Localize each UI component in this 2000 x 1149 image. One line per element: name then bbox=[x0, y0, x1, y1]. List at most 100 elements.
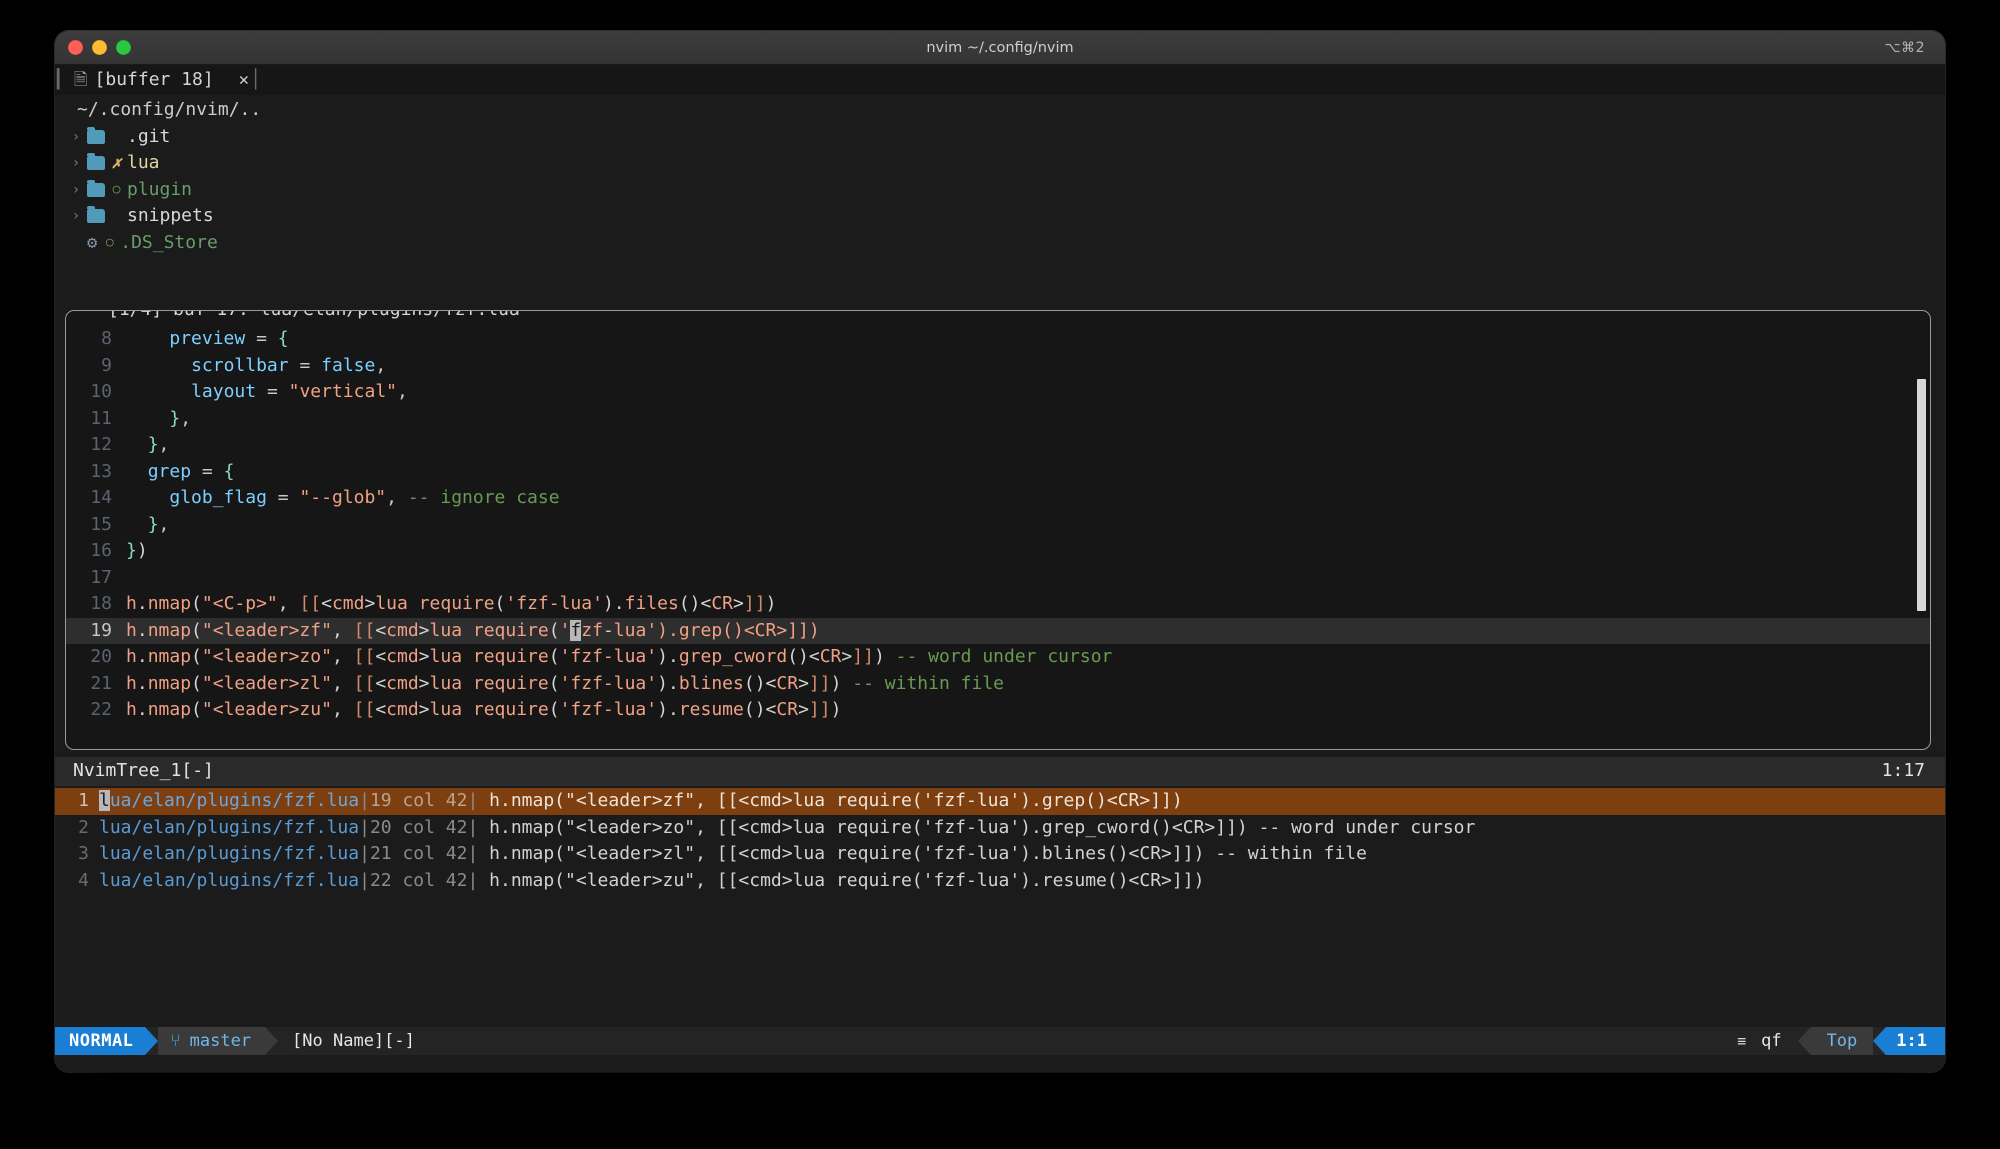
tree-item-label: lua bbox=[127, 152, 160, 173]
quickfix-separator: | bbox=[359, 790, 370, 811]
quickfix-file: lua/elan/plugins/fzf.lua bbox=[99, 816, 360, 838]
tree-item-snippets[interactable]: › snippets bbox=[65, 203, 1945, 230]
quickfix-separator: | bbox=[359, 816, 370, 838]
status-arrow-2 bbox=[265, 1027, 279, 1055]
quickfix-separator: | bbox=[467, 816, 479, 838]
git-status-icon: ✗ bbox=[111, 153, 122, 172]
minimize-button[interactable] bbox=[92, 40, 107, 55]
status-filetype-label: qf bbox=[1761, 1030, 1782, 1051]
code-line[interactable]: 11 }, bbox=[66, 406, 1930, 433]
folder-icon bbox=[87, 126, 105, 144]
window-title: nvim ~/.config/nvim bbox=[926, 39, 1074, 56]
code-line[interactable]: 21 h.nmap("<leader>zl", [[<cmd>lua requir… bbox=[66, 671, 1930, 698]
line-number: 10 bbox=[90, 381, 112, 402]
line-number: 16 bbox=[90, 540, 112, 561]
window-bottom-padding bbox=[55, 1055, 1945, 1072]
line-number: 15 bbox=[90, 513, 112, 535]
line-number: 11 bbox=[90, 407, 112, 429]
preview-scrollbar[interactable] bbox=[1917, 379, 1926, 611]
line-number: 14 bbox=[90, 487, 112, 508]
window-shortcut-hint: ⌥⌘2 bbox=[1884, 39, 1925, 56]
quickfix-position: 19 col 42 bbox=[369, 790, 468, 811]
quickfix-cursor-position: 1:17 bbox=[1881, 760, 1925, 782]
quickfix-index: 1 bbox=[78, 790, 89, 811]
code-line[interactable]: 15 }, bbox=[66, 512, 1930, 539]
quickfix-row[interactable]: 4 lua/elan/plugins/fzf.lua|22 col 42| h.n… bbox=[55, 868, 1945, 895]
line-number: 12 bbox=[90, 434, 112, 455]
line-number: 17 bbox=[90, 566, 112, 588]
neovim-ui: ▎ 🗎 [buffer 18] ✕ ▏ ~/.config/nvim/.. ›.… bbox=[55, 65, 1945, 1072]
desktop-background: nvim ~/.config/nvim ⌥⌘2 ▎ 🗎 [buffer 18] … bbox=[0, 0, 2000, 1149]
code-line[interactable]: 18 h.nmap("<C-p>", [[<cmd>lua require('fz… bbox=[66, 591, 1930, 618]
code-line[interactable]: 14 glob_flag = "--glob", -- ignore case bbox=[66, 485, 1930, 512]
quickfix-index: 3 bbox=[78, 843, 89, 864]
chevron-right-icon[interactable]: › bbox=[65, 124, 87, 151]
tree-item-label: .git bbox=[127, 125, 171, 147]
code-line[interactable]: 12 }, bbox=[66, 432, 1930, 459]
tree-item-plugin[interactable]: › ○ plugin bbox=[65, 177, 1945, 204]
tab-left-separator: ▎ bbox=[57, 68, 68, 90]
code-line[interactable]: 13 grep = { bbox=[66, 459, 1930, 486]
tab-label: [buffer 18] bbox=[94, 68, 214, 90]
status-arrow-4 bbox=[1873, 1027, 1887, 1055]
tree-item-ds_store[interactable]: ⚙ ○ .DS_Store bbox=[65, 230, 1945, 257]
code-line[interactable]: 10 layout = "vertical", bbox=[66, 379, 1930, 406]
status-arrow-3 bbox=[1797, 1027, 1811, 1055]
quickfix-text: h.nmap("<leader>zu", [[<cmd>lua require(… bbox=[478, 869, 1205, 891]
code-line[interactable]: 8 preview = { bbox=[66, 326, 1930, 353]
line-number: 20 bbox=[90, 646, 112, 667]
line-number: 8 bbox=[101, 328, 112, 349]
code-line[interactable]: 16}) bbox=[66, 538, 1930, 565]
quickfix-row[interactable]: 2 lua/elan/plugins/fzf.lua|20 col 42| h.n… bbox=[55, 815, 1945, 842]
quickfix-buffer-name: NvimTree_1[-] bbox=[73, 760, 214, 782]
tree-root-path: ~/.config/nvim/.. bbox=[77, 99, 262, 120]
chevron-right-icon[interactable]: › bbox=[65, 203, 87, 230]
tree-item-git[interactable]: › .git bbox=[65, 124, 1945, 151]
quickfix-separator: | bbox=[467, 790, 479, 811]
code-line[interactable]: 19 h.nmap("<leader>zf", [[<cmd>lua requir… bbox=[66, 617, 1930, 644]
status-git-branch[interactable]: ⑂ master bbox=[158, 1027, 266, 1055]
quickfix-row[interactable]: 3 lua/elan/plugins/fzf.lua|21 col 42| h.n… bbox=[55, 841, 1945, 868]
window-titlebar[interactable]: nvim ~/.config/nvim ⌥⌘2 bbox=[55, 31, 1945, 65]
line-number: 13 bbox=[90, 460, 112, 482]
chevron-right-icon[interactable]: › bbox=[65, 177, 87, 204]
traffic-lights bbox=[68, 40, 131, 55]
git-branch-icon: ⑂ bbox=[170, 1030, 181, 1051]
chevron-right-icon[interactable]: › bbox=[65, 150, 87, 177]
tree-item-label: snippets bbox=[127, 205, 214, 226]
quickfix-row[interactable]: 1 lua/elan/plugins/fzf.lua|19 col 42| h.n… bbox=[55, 788, 1945, 815]
zoom-button[interactable] bbox=[116, 40, 131, 55]
code-line[interactable]: 20 h.nmap("<leader>zo", [[<cmd>lua requir… bbox=[66, 644, 1930, 671]
code-line[interactable]: 9 scrollbar = false, bbox=[66, 353, 1930, 380]
quickfix-separator: | bbox=[467, 843, 479, 864]
file-tree: ~/.config/nvim/.. › .git › ✗ lua › ○ plugin › sni… bbox=[55, 95, 1945, 256]
code-line[interactable]: 22 h.nmap("<leader>zu", [[<cmd>lua requir… bbox=[66, 697, 1930, 724]
folder-icon bbox=[87, 179, 105, 197]
close-button[interactable] bbox=[68, 40, 83, 55]
line-number: 22 bbox=[90, 699, 112, 720]
preview-code[interactable]: 8 preview = {9 scrollbar = false, 10 layo… bbox=[66, 311, 1930, 724]
quickfix-list[interactable]: 1 lua/elan/plugins/fzf.lua|19 col 42| h.n… bbox=[55, 786, 1945, 1027]
status-position: 1:1 bbox=[1886, 1027, 1945, 1055]
terminal-window: nvim ~/.config/nvim ⌥⌘2 ▎ 🗎 [buffer 18] … bbox=[55, 31, 1945, 1072]
quickfix-position: 20 col 42 bbox=[369, 816, 468, 838]
tree-item-lua[interactable]: › ✗ lua bbox=[65, 150, 1945, 177]
quickfix-separator: | bbox=[359, 843, 370, 864]
close-icon[interactable]: ✕ bbox=[221, 67, 249, 94]
quickfix-text: h.nmap("<leader>zf", [[<cmd>lua require(… bbox=[478, 790, 1183, 811]
tree-item-label: .DS_Store bbox=[120, 231, 218, 253]
line-number: 18 bbox=[90, 593, 112, 614]
quickfix-position: 22 col 42 bbox=[369, 869, 468, 891]
list-icon: ≡ bbox=[1737, 1031, 1747, 1050]
preview-float-window: [1/4] buf 17: lua/elan/plugins/fzf.lua 8… bbox=[65, 310, 1931, 750]
code-line[interactable]: 17 bbox=[66, 565, 1930, 592]
git-status-icon: ○ bbox=[105, 234, 114, 250]
text-cursor: l bbox=[99, 790, 110, 811]
quickfix-statusline: NvimTree_1[-] 1:17 bbox=[55, 757, 1945, 786]
quickfix-index: 4 bbox=[78, 869, 89, 891]
tab-buffer-18[interactable]: 🗎 [buffer 18] ✕ bbox=[70, 67, 253, 94]
quickfix-text: h.nmap("<leader>zo", [[<cmd>lua require(… bbox=[478, 816, 1476, 838]
folder-icon bbox=[87, 153, 105, 171]
line-number: 19 bbox=[90, 619, 112, 641]
tree-rows: › .git › ✗ lua › ○ plugin › snippets ⚙ ○ .DS_Store bbox=[65, 124, 1945, 257]
